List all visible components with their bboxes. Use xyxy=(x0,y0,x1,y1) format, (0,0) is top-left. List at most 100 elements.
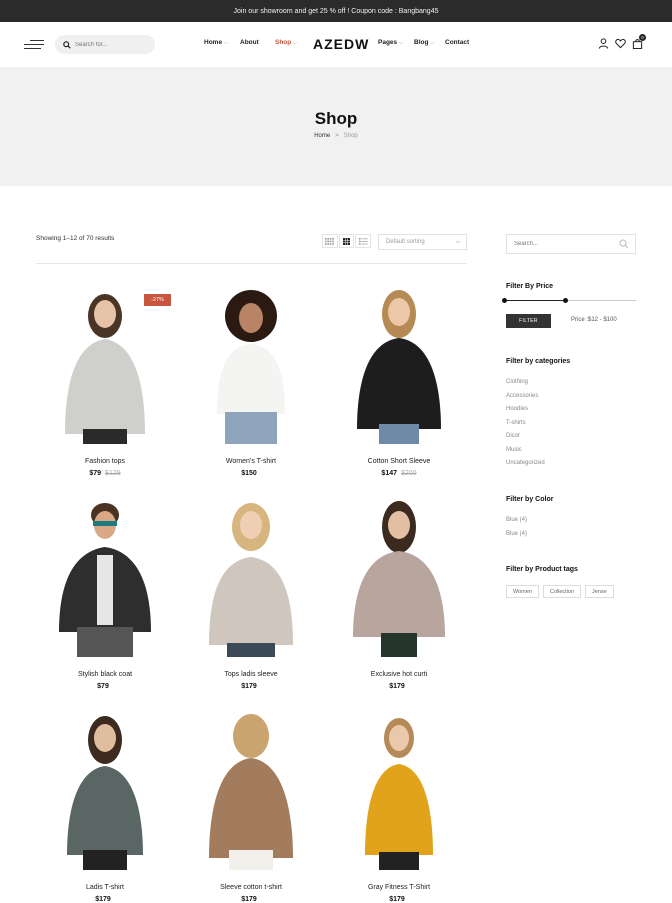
color-item[interactable]: Blue (4) xyxy=(506,528,527,542)
product-card[interactable]: Women’s T-shirt $150 xyxy=(191,284,311,477)
tags-title: Filter by Product tags xyxy=(506,566,578,573)
product-name[interactable]: Gray Fitness T-Shirt xyxy=(339,884,459,891)
product-price: $147 $200 xyxy=(339,470,459,477)
product-name[interactable]: Exclusive hot curti xyxy=(339,671,459,678)
nav-shop-label: Shop xyxy=(275,39,292,46)
product-card[interactable]: Exclusive hot curti $179 xyxy=(339,497,459,690)
product-card[interactable]: Sleeve cotton t-shirt $179 xyxy=(191,710,311,903)
search-icon[interactable] xyxy=(619,239,629,249)
breadcrumb: Home > Shop xyxy=(0,133,672,139)
product-current-price: $79 xyxy=(89,470,102,477)
tag-women[interactable]: Women xyxy=(506,585,539,598)
product-image[interactable] xyxy=(45,497,165,657)
nav-shop[interactable]: Shop ⌵ xyxy=(275,39,297,46)
price-range-text: Price :$12 - $100 xyxy=(571,317,617,323)
nav-pages-label: Pages xyxy=(378,39,398,46)
announcement-bar: Join our showroom and get 25 % off ! Cou… xyxy=(0,0,672,22)
product-current-price: $179 xyxy=(241,683,257,690)
price-slider-max-handle[interactable] xyxy=(563,298,568,303)
header-search-input[interactable] xyxy=(75,41,145,48)
product-image[interactable] xyxy=(191,284,311,444)
view-switcher xyxy=(322,234,372,250)
page-banner: Shop xyxy=(0,67,672,186)
product-name[interactable]: Fashion tops xyxy=(45,458,165,465)
result-count: Showing 1–12 of 70 results xyxy=(36,235,115,242)
sort-select[interactable]: Default sorting ⌵ xyxy=(378,234,467,250)
sort-select-value: Default sorting xyxy=(386,239,425,245)
product-name[interactable]: Stylish black coat xyxy=(45,671,165,678)
tag-collection[interactable]: Collection xyxy=(542,585,582,598)
user-icon[interactable] xyxy=(598,38,609,49)
product-image[interactable] xyxy=(191,710,311,870)
categories-title: Filter by categories xyxy=(506,358,571,365)
category-item-clothing[interactable]: Clothing xyxy=(506,376,545,390)
product-image[interactable] xyxy=(339,710,459,870)
category-item-tshirts[interactable]: T-shirts xyxy=(506,417,545,431)
site-logo[interactable]: AZEDW xyxy=(313,36,369,52)
heart-icon[interactable] xyxy=(615,38,626,49)
sidebar-search-input[interactable] xyxy=(514,241,614,247)
product-image[interactable] xyxy=(339,497,459,657)
nav-about[interactable]: About xyxy=(240,39,259,46)
category-item-uncategorized[interactable]: Uncategorized xyxy=(506,457,545,471)
price-slider-min-handle[interactable] xyxy=(502,298,507,303)
tag-list: Women Collection Jense xyxy=(506,585,618,598)
category-item-dicor[interactable]: Dicor xyxy=(506,430,545,444)
product-card[interactable]: Fashion tops $79 $129 xyxy=(45,284,165,477)
nav-home[interactable]: Home ⌵ xyxy=(204,39,228,46)
category-item-music[interactable]: Music xyxy=(506,444,545,458)
search-icon[interactable] xyxy=(63,40,71,49)
header-search[interactable] xyxy=(55,35,155,54)
category-list: Clothing Accessories Hoodies T-shirts Di… xyxy=(506,376,545,471)
chevron-down-icon: ⌵ xyxy=(224,39,228,46)
product-card[interactable]: Tops ladis sleeve $179 xyxy=(191,497,311,690)
product-current-price: $79 xyxy=(97,683,109,690)
toolbar-divider xyxy=(36,263,467,264)
category-item-hoodies[interactable]: Hoodies xyxy=(506,403,545,417)
nav-pages[interactable]: Pages ⌵ xyxy=(378,39,403,46)
cart-count-badge: 0 xyxy=(639,34,646,41)
product-price: $79 xyxy=(45,683,165,690)
tag-jense[interactable]: Jense xyxy=(585,585,614,598)
menu-icon[interactable] xyxy=(24,40,44,50)
product-card[interactable]: Cotton Short Sleeve $147 $200 xyxy=(339,284,459,477)
nav-blog-label: Blog xyxy=(414,39,429,46)
color-filter-title: Filter by Color xyxy=(506,496,554,503)
product-name[interactable]: Ladis T-shirt xyxy=(45,884,165,891)
product-name[interactable]: Cotton Short Sleeve xyxy=(339,458,459,465)
color-item[interactable]: Blue (4) xyxy=(506,514,527,528)
price-filter-title: Filter By Price xyxy=(506,283,554,290)
category-item-accessories[interactable]: Accessories xyxy=(506,390,545,404)
product-price: $79 $129 xyxy=(45,470,165,477)
product-card[interactable]: Stylish black coat $79 xyxy=(45,497,165,690)
nav-contact[interactable]: Contact xyxy=(445,39,469,46)
breadcrumb-current: Shop xyxy=(343,133,358,139)
filter-button[interactable]: FILTER xyxy=(506,314,551,328)
product-card[interactable]: Gray Fitness T-Shirt $179 xyxy=(339,710,459,903)
product-image[interactable] xyxy=(191,497,311,657)
grid-large-icon[interactable] xyxy=(338,234,355,248)
list-icon[interactable] xyxy=(355,234,372,248)
breadcrumb-home[interactable]: Home xyxy=(314,133,330,139)
announcement-text: Join our showroom and get 25 % off ! Cou… xyxy=(233,7,439,15)
breadcrumb-separator: > xyxy=(335,133,339,139)
price-slider-range xyxy=(504,300,565,301)
chevron-down-icon: ⌵ xyxy=(430,39,435,46)
nav-home-label: Home xyxy=(204,39,223,46)
chevron-down-icon: ⌵ xyxy=(455,238,460,245)
sidebar-search[interactable] xyxy=(506,234,636,254)
product-name[interactable]: Tops ladis sleeve xyxy=(191,671,311,678)
product-price: $150 xyxy=(191,470,311,477)
site-header: Home⌵ About Shop⌵ AZEDW Pages⌵ Blog⌵ Con… xyxy=(0,22,672,67)
product-image[interactable] xyxy=(45,284,165,444)
product-name[interactable]: Women’s T-shirt xyxy=(191,458,311,465)
product-card[interactable]: Ladis T-shirt $179 xyxy=(45,710,165,903)
page-title: Shop xyxy=(314,109,358,128)
product-image[interactable] xyxy=(45,710,165,870)
product-name[interactable]: Sleeve cotton t-shirt xyxy=(191,884,311,891)
product-current-price: $179 xyxy=(389,683,405,690)
product-old-price: $200 xyxy=(401,470,417,477)
nav-blog[interactable]: Blog ⌵ xyxy=(414,39,434,46)
product-image[interactable] xyxy=(339,284,459,444)
grid-small-icon[interactable] xyxy=(322,234,338,248)
